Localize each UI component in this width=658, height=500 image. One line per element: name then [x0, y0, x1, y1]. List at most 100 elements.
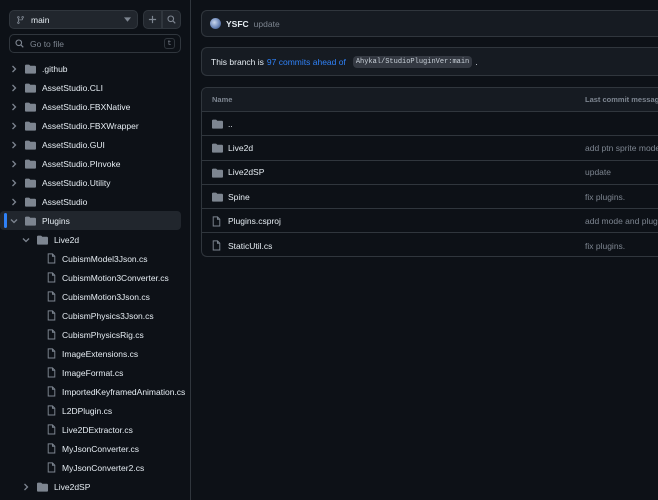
tree-file[interactable]: ImageExtensions.cs: [0, 344, 190, 363]
chevron-down-icon[interactable]: [22, 236, 30, 244]
tree-folder[interactable]: AssetStudio.FBXNative: [0, 97, 190, 116]
ahead-suffix: .: [475, 56, 478, 67]
tree-item-label: CubismPhysics3Json.cs: [62, 310, 154, 321]
chevron-right-icon[interactable]: [10, 84, 18, 92]
file-row[interactable]: StaticUtil.cs fix plugins.: [202, 233, 658, 256]
file-icon: [212, 240, 221, 251]
file-table-header: Name Last commit message: [202, 88, 658, 112]
tree-folder[interactable]: Live2dSP: [0, 477, 190, 496]
chevron-right-icon[interactable]: [22, 483, 30, 491]
tree-file[interactable]: ImportedKeyframedAnimation.cs: [0, 382, 190, 401]
tree-folder[interactable]: Live2d: [0, 230, 190, 249]
branch-name: main: [31, 14, 50, 25]
chevron-right-icon[interactable]: [10, 179, 18, 187]
go-to-file-input[interactable]: Go to file t: [9, 34, 181, 53]
folder-icon: [25, 178, 36, 188]
tree-item-label: MyJsonConverter.cs: [62, 443, 139, 454]
file-tree: .github AssetStudio.CLI AssetStudio.FBXNat…: [0, 59, 190, 496]
tree-file[interactable]: L2DPlugin.cs: [0, 401, 190, 420]
commit-author[interactable]: YSFC: [226, 19, 249, 29]
folder-icon: [25, 121, 36, 131]
file-icon: [47, 386, 56, 397]
file-icon: [47, 291, 56, 302]
latest-commit-bar: YSFC update: [201, 10, 658, 37]
tree-item-label: L2DPlugin.cs: [62, 405, 113, 416]
search-icon: [167, 15, 176, 24]
tree-item-label: AssetStudio.CLI: [42, 82, 103, 93]
go-to-file-placeholder: Go to file: [30, 38, 65, 49]
search-icon: [15, 39, 24, 48]
folder-icon: [25, 102, 36, 112]
main-content: YSFC update This branch is 97 commits ah…: [201, 0, 658, 500]
file-icon: [47, 272, 56, 283]
tree-folder[interactable]: AssetStudio.Utility: [0, 173, 190, 192]
file-icon: [47, 462, 56, 473]
tree-item-label: Live2DExtractor.cs: [62, 424, 133, 435]
file-row[interactable]: Spine fix plugins.: [202, 185, 658, 210]
tree-file[interactable]: MyJsonConverter.cs: [0, 439, 190, 458]
search-button[interactable]: [162, 10, 181, 29]
tree-folder[interactable]: AssetStudio.FBXWrapper: [0, 116, 190, 135]
tree-item-label: Live2d: [54, 234, 80, 245]
tree-file[interactable]: CubismPhysicsRig.cs: [0, 325, 190, 344]
commit-message[interactable]: update: [254, 19, 280, 29]
chevron-right-icon[interactable]: [10, 103, 18, 111]
add-file-button[interactable]: [143, 10, 162, 29]
file-row[interactable]: ..: [202, 112, 658, 137]
file-row[interactable]: Live2d add ptn sprite mode: [202, 136, 658, 161]
commits-ahead-link[interactable]: 97 commits ahead of: [267, 57, 346, 67]
avatar[interactable]: [210, 18, 221, 29]
tree-file[interactable]: CubismModel3Json.cs: [0, 249, 190, 268]
tree-folder[interactable]: .github: [0, 59, 190, 78]
tree-item-label: AssetStudio.FBXNative: [42, 101, 131, 112]
tree-file[interactable]: CubismMotion3Converter.cs: [0, 268, 190, 287]
tree-folder[interactable]: AssetStudio: [0, 192, 190, 211]
chevron-right-icon[interactable]: [10, 122, 18, 130]
tree-folder[interactable]: AssetStudio.GUI: [0, 135, 190, 154]
tree-item-label: Live2dSP: [54, 481, 91, 492]
plus-icon: [148, 15, 157, 24]
file-commit-message[interactable]: fix plugins.: [585, 192, 625, 202]
file-icon: [47, 424, 56, 435]
file-name-link[interactable]: Live2d: [228, 143, 253, 153]
folder-icon: [37, 482, 48, 492]
folder-icon: [25, 83, 36, 93]
tree-folder[interactable]: Plugins: [0, 211, 181, 230]
file-name-link[interactable]: Plugins.csproj: [228, 216, 281, 226]
file-name-link[interactable]: Live2dSP: [228, 167, 264, 177]
folder-icon: [25, 159, 36, 169]
column-message-header: Last commit message: [585, 95, 658, 104]
folder-icon: [25, 216, 36, 226]
file-commit-message[interactable]: fix plugins.: [585, 241, 625, 251]
chevron-right-icon[interactable]: [10, 160, 18, 168]
tree-file[interactable]: CubismMotion3Json.cs: [0, 287, 190, 306]
ahead-prefix: This branch is: [211, 56, 264, 67]
tree-folder[interactable]: AssetStudio.CLI: [0, 78, 190, 97]
tree-file[interactable]: CubismPhysics3Json.cs: [0, 306, 190, 325]
tree-file[interactable]: Live2DExtractor.cs: [0, 420, 190, 439]
tree-file[interactable]: MyJsonConverter2.cs: [0, 458, 190, 477]
file-name-link[interactable]: ..: [228, 119, 233, 129]
tree-item-label: AssetStudio: [42, 196, 88, 207]
file-icon: [212, 216, 221, 227]
chevron-down-icon[interactable]: [10, 217, 18, 225]
chevron-right-icon[interactable]: [10, 65, 18, 73]
file-row[interactable]: Live2dSP update: [202, 161, 658, 185]
tree-item-label: CubismPhysicsRig.cs: [62, 329, 144, 340]
file-commit-message[interactable]: add mode and plugi: [585, 216, 658, 226]
upstream-ref: Ahykal/StudioPluginVer:main: [352, 55, 473, 68]
tree-folder[interactable]: AssetStudio.PInvoke: [0, 154, 190, 173]
column-name-header: Name: [212, 95, 233, 104]
folder-icon: [212, 168, 223, 178]
branch-selector[interactable]: main: [9, 10, 138, 29]
file-icon: [47, 310, 56, 321]
chevron-right-icon[interactable]: [10, 198, 18, 206]
file-icon: [47, 367, 56, 378]
chevron-right-icon[interactable]: [10, 141, 18, 149]
file-name-link[interactable]: Spine: [228, 192, 250, 202]
file-commit-message[interactable]: add ptn sprite mode: [585, 143, 658, 153]
file-row[interactable]: Plugins.csproj add mode and plugi: [202, 209, 658, 234]
file-commit-message[interactable]: update: [585, 167, 611, 177]
file-name-link[interactable]: StaticUtil.cs: [228, 241, 272, 251]
tree-file[interactable]: ImageFormat.cs: [0, 363, 190, 382]
